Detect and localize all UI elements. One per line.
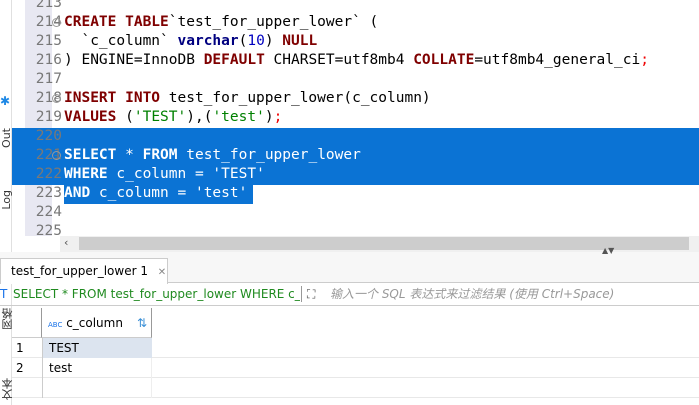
token: * xyxy=(116,147,143,163)
code-text: WHERE c_column = 'TEST' xyxy=(64,165,265,184)
scroll-left-icon[interactable]: ‹ xyxy=(64,236,68,249)
token: `test_for_upper_lower` ( xyxy=(168,14,379,30)
token: ),( xyxy=(186,109,213,125)
filter-bar: T SELECT * FROM test_for_upper_lower WHE… xyxy=(0,283,699,306)
code-text: INSERT INTO test_for_upper_lower(c_colum… xyxy=(64,89,431,108)
token: 'TEST' xyxy=(212,166,265,182)
fold-icon[interactable]: − xyxy=(52,94,61,103)
token: ) ENGINE=InnoDB xyxy=(64,52,204,68)
code-text: `c_column` varchar(10) NULL xyxy=(64,32,317,51)
token: DEFAULT xyxy=(203,52,265,68)
line-number: 223 xyxy=(35,185,62,201)
token: ) xyxy=(264,109,274,125)
token: test_for_upper_lower(c_column) xyxy=(160,90,431,106)
token: varchar xyxy=(177,33,239,49)
maximize-minimize-icon[interactable]: ▲▼ xyxy=(602,246,614,255)
string-type-icon: ABC xyxy=(48,321,63,329)
token: CHARSET=utf8mb4 xyxy=(264,52,414,68)
sql-icon: T xyxy=(0,287,8,301)
code-line[interactable]: 221− SELECT * FROM test_for_upper_lower xyxy=(12,146,699,165)
text-view-tab[interactable]: 文本 xyxy=(0,378,14,400)
line-number: 219 xyxy=(35,109,62,125)
code-line[interactable]: 213 xyxy=(12,0,699,13)
code-line[interactable]: 224 xyxy=(12,203,699,222)
code-line[interactable]: 220 xyxy=(12,127,699,146)
line-number: 216 xyxy=(35,52,62,68)
filter-input[interactable]: 输入一个 SQL 表达式来过滤结果 (使用 Ctrl+Space) xyxy=(330,283,614,305)
token: INSERT INTO xyxy=(64,90,161,106)
fold-icon[interactable]: − xyxy=(52,151,61,160)
fold-icon[interactable]: − xyxy=(52,18,61,27)
token: ; xyxy=(273,109,283,125)
table-row[interactable]: 2 test xyxy=(12,358,699,378)
row-number: 2 xyxy=(16,361,24,375)
token: SELECT xyxy=(64,147,117,163)
token: WHERE xyxy=(64,166,108,182)
close-icon[interactable]: ✕ xyxy=(158,267,166,278)
output-tab[interactable]: Out xyxy=(0,128,13,148)
code-text: ) ENGINE=InnoDB DEFAULT CHARSET=utf8mb4 … xyxy=(64,51,649,70)
token: 'test' xyxy=(212,109,265,125)
results-tabbar: test_for_upper_lower 1 ✕ ▲▼ xyxy=(0,246,699,284)
row-number-header xyxy=(12,308,42,338)
line-number: 225 xyxy=(35,223,62,239)
table-row[interactable]: 1 TEST xyxy=(12,338,699,358)
token: `c_column` xyxy=(64,33,178,49)
grid-view-tab[interactable]: 网格 xyxy=(0,308,14,330)
expand-icon[interactable]: ⛶ xyxy=(307,283,315,305)
empty-row xyxy=(12,378,699,398)
log-tab[interactable]: Log xyxy=(0,190,13,210)
code-text: AND c_column = 'test' xyxy=(64,184,247,203)
left-side-panel: Out Log 网格 文本 xyxy=(0,0,14,405)
token: COLLATE xyxy=(413,52,475,68)
column-name: c_column xyxy=(66,316,123,330)
results-grid: ABC c_column ⇅ 1 TEST 2 test xyxy=(12,308,699,405)
code-line[interactable]: 217 xyxy=(12,70,699,89)
token: test_for_upper_lower xyxy=(177,147,361,163)
token: c_column = xyxy=(107,166,213,182)
code-line[interactable]: 223 AND c_column = 'test' xyxy=(12,184,699,203)
sql-editor[interactable]: 213 214− CREATE TABLE`test_for_upper_lower… xyxy=(12,0,699,239)
code-line[interactable]: 218− INSERT INTO test_for_upper_lower(c_c… xyxy=(12,89,699,108)
row-number: 1 xyxy=(16,341,24,355)
line-number: 217 xyxy=(35,71,62,87)
tab-label: test_for_upper_lower 1 xyxy=(11,264,148,278)
token: ) xyxy=(264,33,283,49)
code-text: VALUES ('TEST'),('test'); xyxy=(64,108,282,127)
code-line[interactable]: 219 VALUES ('TEST'),('test'); xyxy=(12,108,699,127)
column-header-c_column[interactable]: ABC c_column ⇅ xyxy=(42,308,152,338)
code-text: SELECT * FROM test_for_upper_lower xyxy=(64,146,361,165)
code-text: CREATE TABLE`test_for_upper_lower` ( xyxy=(64,13,378,32)
gear-icon[interactable]: ✱ xyxy=(0,94,10,108)
token: =utf8mb4_general_ci xyxy=(474,52,641,68)
line-number: 215 xyxy=(35,33,62,49)
line-number: 224 xyxy=(35,204,62,220)
line-number: 220 xyxy=(35,128,62,144)
sort-filter-icon[interactable]: ⇅ xyxy=(137,308,147,338)
line-number: 213 xyxy=(35,0,62,11)
token: ( xyxy=(116,109,134,125)
token: FROM xyxy=(142,147,178,163)
cell[interactable]: test xyxy=(42,358,152,378)
scrollbar-thumb[interactable] xyxy=(79,237,689,250)
token: ; xyxy=(640,52,649,68)
token: 'TEST' xyxy=(133,109,187,125)
token: CREATE TABLE xyxy=(64,14,169,30)
token: c_column = xyxy=(90,185,195,201)
token: 'test' xyxy=(194,185,248,201)
token: AND xyxy=(64,185,91,201)
code-line[interactable]: 215 `c_column` varchar(10) NULL xyxy=(12,32,699,51)
code-line[interactable]: 216) ENGINE=InnoDB DEFAULT CHARSET=utf8m… xyxy=(12,51,699,70)
tab-results[interactable]: test_for_upper_lower 1 ✕ xyxy=(0,258,168,284)
line-number: 222 xyxy=(35,166,62,182)
query-text: SELECT * FROM test_for_upper_lower WHERE… xyxy=(13,287,300,301)
cell[interactable]: TEST xyxy=(42,338,152,358)
token: NULL xyxy=(282,33,318,49)
code-line[interactable]: 214− CREATE TABLE`test_for_upper_lower` ( xyxy=(12,13,699,32)
token: 10 xyxy=(247,33,265,49)
code-line[interactable]: 222 WHERE c_column = 'TEST' xyxy=(12,165,699,184)
token: VALUES xyxy=(64,109,117,125)
